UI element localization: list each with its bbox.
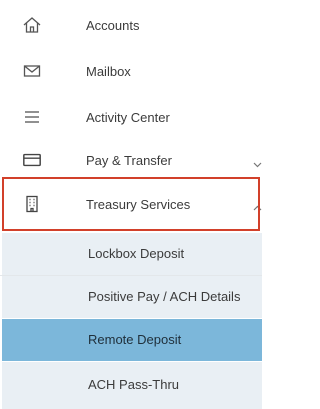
building-icon: [22, 194, 42, 214]
submenu-item-label: Positive Pay / ACH Details: [88, 289, 241, 304]
sidebar-item-label: Accounts: [86, 17, 140, 33]
submenu-item-label: Remote Deposit: [88, 332, 182, 347]
sidebar-nav: Accounts Mailbox Activity Center Pay & T…: [0, 0, 262, 409]
chevron-up-icon[interactable]: [253, 200, 262, 210]
menu-lines-icon: [22, 107, 42, 127]
submenu-item-label: ACH Pass-Thru: [88, 377, 180, 392]
submenu-item-lockbox-deposit[interactable]: Lockbox Deposit: [0, 233, 262, 275]
sidebar-item-label: Activity Center: [86, 109, 170, 125]
sidebar-item-accounts[interactable]: Accounts: [0, 2, 262, 48]
sidebar-item-label: Mailbox: [86, 63, 131, 79]
chevron-down-icon[interactable]: [253, 156, 262, 167]
sidebar-item-treasury-services[interactable]: Treasury Services: [0, 181, 262, 227]
sidebar-item-label: Pay & Transfer: [86, 152, 172, 168]
sidebar-item-mailbox[interactable]: Mailbox: [0, 48, 262, 94]
submenu-item-positive-pay-ach-details[interactable]: Positive Pay / ACH Details: [0, 276, 262, 318]
submenu-item-ach-pass-thru[interactable]: ACH Pass-Thru: [0, 362, 262, 409]
submenu-item-label: Lockbox Deposit: [88, 246, 185, 261]
sidebar-item-pay-transfer[interactable]: Pay & Transfer: [0, 137, 262, 183]
mail-icon: [22, 61, 42, 81]
card-icon: [22, 150, 42, 170]
home-icon: [22, 15, 42, 35]
submenu-item-remote-deposit[interactable]: Remote Deposit: [0, 319, 262, 361]
sidebar-item-label: Treasury Services: [86, 196, 191, 212]
sidebar-item-activity-center[interactable]: Activity Center: [0, 94, 262, 140]
